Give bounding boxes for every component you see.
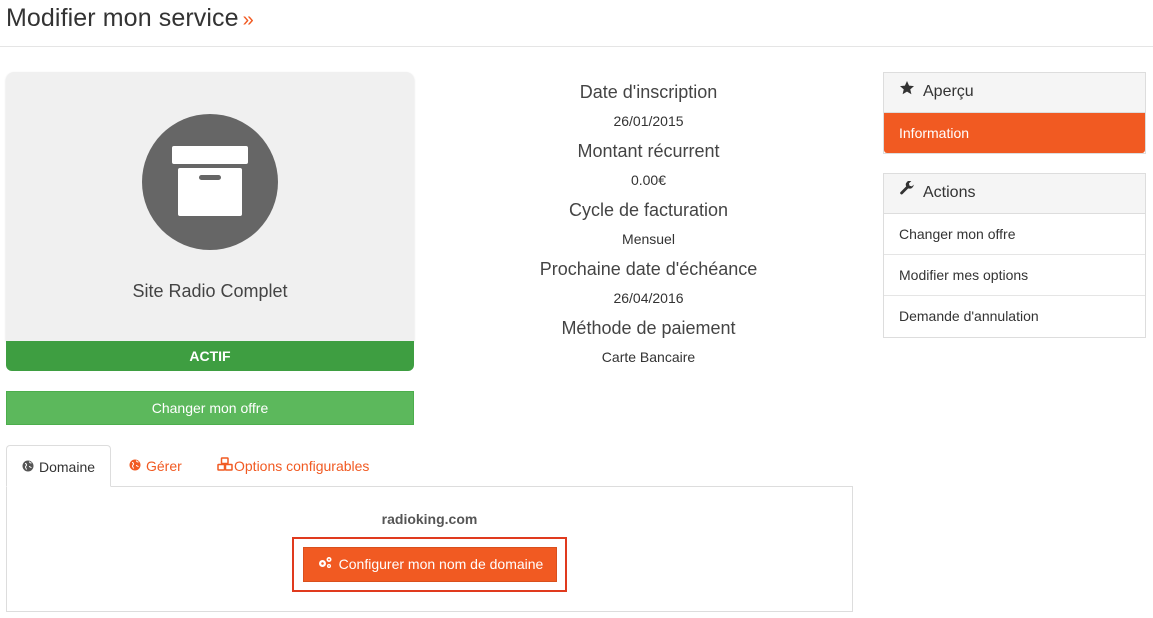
tab-manage[interactable]: Gérer — [114, 445, 197, 487]
detail-label-next-due-date: Prochaine date d'échéance — [539, 259, 758, 279]
tab-domain-label: Domaine — [39, 459, 96, 475]
detail-value-next-due-date: 26/04/2016 — [613, 290, 684, 306]
sidebar-item-cancellation-request[interactable]: Demande d'annulation — [884, 296, 1145, 337]
status-badge: ACTIF — [6, 341, 414, 371]
star-icon — [899, 73, 917, 111]
detail-value-payment-method: Carte Bancaire — [601, 349, 696, 365]
detail-value-recurring-amount: 0.00€ — [630, 172, 667, 188]
overview-panel-title: Aperçu — [923, 83, 974, 101]
tab-domain[interactable]: Domaine — [6, 445, 111, 487]
page-title-text: Modifier mon service — [6, 4, 239, 32]
gears-icon — [317, 548, 333, 581]
detail-value-registration-date: 26/01/2015 — [613, 113, 684, 129]
product-card: Site Radio Complet — [6, 72, 414, 341]
product-name: Site Radio Complet — [132, 281, 288, 301]
globe-icon — [129, 445, 141, 487]
configure-domain-label: Configurer mon nom de domaine — [338, 556, 544, 572]
tab-manage-label: Gérer — [146, 458, 182, 474]
actions-panel-heading: Actions — [884, 174, 1145, 214]
globe-icon — [22, 446, 34, 488]
tab-configurable-options[interactable]: Options configurables — [202, 445, 384, 487]
service-tabs: Domaine Gérer Options configurables — [6, 445, 853, 487]
sidebar-item-modify-options[interactable]: Modifier mes options — [884, 255, 1145, 296]
overview-panel-heading: Aperçu — [884, 73, 1145, 113]
actions-panel-title: Actions — [923, 184, 976, 202]
page-header: Modifier mon service» — [0, 0, 1153, 47]
detail-label-registration-date: Date d'inscription — [579, 82, 718, 102]
domain-name: radioking.com — [381, 511, 478, 527]
wrench-icon — [899, 174, 917, 212]
tab-configurable-options-label: Options configurables — [234, 458, 370, 474]
configure-domain-button[interactable]: Configurer mon nom de domaine — [303, 547, 557, 582]
overview-panel: Aperçu Information — [883, 72, 1146, 154]
detail-label-billing-cycle: Cycle de facturation — [568, 200, 729, 220]
detail-label-recurring-amount: Montant récurrent — [577, 141, 720, 161]
cubes-icon — [217, 445, 233, 487]
title-chevron-icon: » — [242, 9, 254, 31]
detail-label-payment-method: Méthode de paiement — [561, 318, 736, 338]
archive-box-icon — [172, 146, 248, 216]
actions-panel: Actions Changer mon offre Modifier mes o… — [883, 173, 1146, 338]
sidebar-item-information[interactable]: Information — [884, 113, 1145, 153]
detail-value-billing-cycle: Mensuel — [622, 231, 675, 247]
sidebar-item-change-offer[interactable]: Changer mon offre — [884, 214, 1145, 255]
service-details: Date d'inscription 26/01/2015 Montant ré… — [430, 80, 867, 375]
change-offer-button[interactable]: Changer mon offre — [6, 391, 414, 425]
product-icon-circle — [142, 114, 278, 250]
domain-tab-pane: radioking.com Configurer mon nom de doma… — [6, 486, 853, 612]
page-title: Modifier mon service» — [6, 4, 254, 33]
